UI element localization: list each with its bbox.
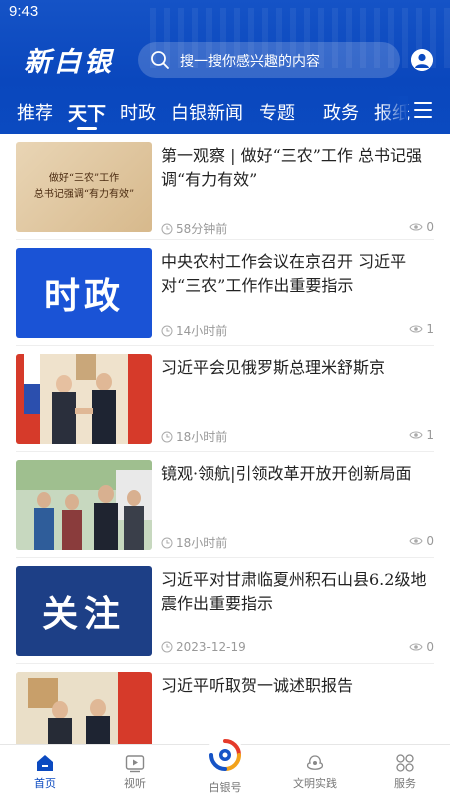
tab-tuijian[interactable]: 推荐 [17, 99, 53, 125]
nav-video-label: 视听 [124, 777, 146, 790]
nav-home[interactable]: 首页 [0, 745, 90, 800]
news-title: 中央农村工作会议在京召开 习近平对“三农”工作作出重要指示 [161, 252, 407, 295]
divider [16, 239, 434, 240]
clock-icon [161, 641, 173, 653]
news-item[interactable]: 关注 习近平对甘肃临夏州积石山县6.2级地震作出重要指示 2023-12-19 … [0, 564, 450, 670]
tab-baiyin-news[interactable]: 白银新闻 [171, 99, 243, 125]
status-time: 9:43 [9, 3, 39, 20]
news-thumbnail [16, 354, 152, 444]
clock-icon [161, 223, 173, 234]
eye-icon [409, 325, 423, 333]
news-time: 18小时前 [161, 428, 227, 445]
news-title: 镜观·领航|引领改革开放开创新局面 [161, 464, 412, 483]
clock-icon [161, 325, 173, 336]
eye-icon [409, 223, 423, 231]
civilization-icon [306, 755, 324, 770]
visit-photo [16, 460, 152, 550]
news-views-count: 0 [426, 640, 434, 654]
news-thumbnail: 关注 [16, 566, 152, 656]
nav-services[interactable]: 服务 [360, 745, 450, 800]
status-bar: 9:43 [0, 0, 450, 26]
news-views: 1 [409, 428, 434, 442]
news-title: 第一观察 | 做好“三农”工作 总书记强调“有力有效” [161, 146, 423, 189]
nav-civilization[interactable]: 文明实践 [270, 745, 360, 800]
baiyin-logo-icon[interactable] [205, 735, 245, 775]
nav-video[interactable]: 视听 [90, 745, 180, 800]
divider [16, 663, 434, 664]
news-views: 1 [409, 322, 434, 336]
eye-icon [409, 537, 423, 545]
news-thumbnail [16, 460, 152, 550]
app-header: 9:43 新白银 搜一搜你感兴趣的内容 推荐 天下 时政 白银新闻 专题 政务 … [0, 0, 450, 134]
news-thumbnail: 时政 [16, 248, 152, 338]
divider [16, 451, 434, 452]
news-time: 2023-12-19 [161, 640, 246, 654]
news-item[interactable]: 习近平听取贺一诚述职报告 [0, 670, 450, 744]
news-title: 习近平对甘肃临夏州积石山县6.2级地震作出重要指示 [161, 570, 427, 613]
nav-civilization-label: 文明实践 [293, 777, 337, 790]
tab-zhuanti[interactable]: 专题 [259, 99, 295, 125]
thumbnail-caption: 关注 [41, 593, 126, 635]
tabs-fade [380, 96, 408, 132]
news-item[interactable]: 时政 中央农村工作会议在京召开 习近平对“三农”工作作出重要指示 14小时前 1 [0, 246, 450, 352]
news-item[interactable]: 镜观·领航|引领改革开放开创新局面 18小时前 0 [0, 458, 450, 564]
eye-icon [409, 431, 423, 439]
news-time: 14小时前 [161, 322, 227, 339]
divider [16, 345, 434, 346]
news-time: 58分钟前 [161, 220, 227, 237]
news-time-text: 2023-12-19 [176, 640, 246, 654]
active-tab-indicator [77, 127, 97, 130]
divider [16, 557, 434, 558]
category-tabs: 推荐 天下 时政 白银新闻 专题 政务 报纸 [0, 96, 450, 132]
clock-icon [161, 431, 173, 442]
news-time-text: 14小时前 [176, 324, 228, 338]
news-time-text: 18小时前 [176, 536, 228, 550]
news-time-text: 18小时前 [176, 430, 228, 444]
nav-baiyinhao-label: 白银号 [208, 781, 242, 794]
search-bar[interactable]: 搜一搜你感兴趣的内容 [138, 42, 400, 78]
eye-icon [409, 643, 423, 651]
thumbnail-caption: 时政 [43, 276, 124, 317]
news-thumbnail [16, 672, 152, 744]
news-title: 习近平听取贺一诚述职报告 [161, 676, 354, 695]
news-time: 18小时前 [161, 534, 227, 551]
news-views: 0 [409, 220, 434, 234]
news-item[interactable]: 习近平会见俄罗斯总理米舒斯京 18小时前 1 [0, 352, 450, 458]
news-views-count: 1 [426, 322, 434, 336]
menu-icon[interactable] [414, 102, 432, 120]
news-views-count: 1 [426, 428, 434, 442]
tab-shizheng[interactable]: 时政 [120, 99, 156, 125]
tab-zhengwu[interactable]: 政务 [323, 99, 359, 125]
app-logo: 新白银 [24, 47, 114, 78]
search-icon [151, 51, 169, 69]
news-thumbnail: 做好“三农”工作 总书记强调“有力有效” [16, 142, 152, 232]
video-icon [125, 755, 145, 773]
meeting-photo [16, 672, 152, 744]
avatar-icon[interactable] [411, 49, 433, 71]
meeting-photo [16, 354, 152, 444]
news-views-count: 0 [426, 220, 434, 234]
news-item[interactable]: 做好“三农”工作 总书记强调“有力有效” 第一观察 | 做好“三农”工作 总书记… [0, 140, 450, 246]
news-views-count: 0 [426, 534, 434, 548]
news-title: 习近平会见俄罗斯总理米舒斯京 [161, 358, 386, 377]
nav-home-label: 首页 [34, 777, 56, 790]
news-feed: 做好“三农”工作 总书记强调“有力有效” 第一观察 | 做好“三农”工作 总书记… [0, 134, 450, 744]
news-time-text: 58分钟前 [176, 222, 228, 236]
search-placeholder: 搜一搜你感兴趣的内容 [180, 54, 320, 70]
thumbnail-caption: 做好“三农”工作 总书记强调“有力有效” [33, 173, 135, 200]
services-icon [396, 754, 414, 772]
home-icon [37, 755, 53, 771]
tab-tianxia[interactable]: 天下 [68, 99, 106, 126]
news-views: 0 [409, 640, 434, 654]
nav-services-label: 服务 [394, 777, 416, 790]
clock-icon [161, 537, 173, 548]
news-views: 0 [409, 534, 434, 548]
